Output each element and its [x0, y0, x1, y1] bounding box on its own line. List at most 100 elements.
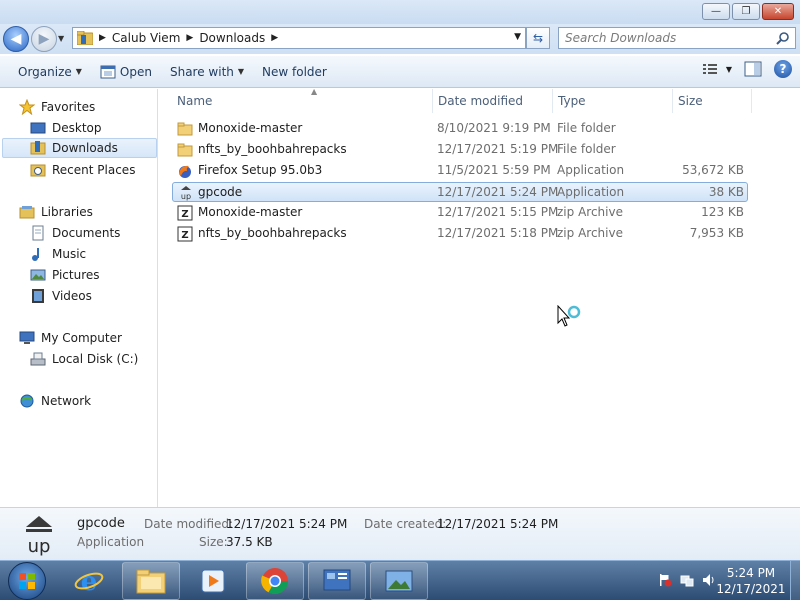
nav-libraries[interactable]: Libraries [19, 202, 93, 222]
file-row[interactable]: Monoxide-master 8/10/2021 9:19 PM File f… [172, 119, 748, 139]
nav-label: Recent Places [52, 163, 136, 177]
volume-icon[interactable] [702, 573, 716, 587]
file-type: Application [557, 163, 625, 177]
details-file-name: gpcode [77, 516, 125, 531]
open-label: Open [119, 64, 152, 79]
breadcrumb-separator[interactable]: ▶ [186, 33, 193, 43]
nav-pictures[interactable]: Pictures [30, 265, 100, 285]
taskbar-control-panel[interactable] [308, 562, 366, 600]
new-folder-label: New folder [262, 64, 327, 79]
maximize-button[interactable]: ❐ [732, 3, 760, 20]
file-name: Firefox Setup 95.0b3 [198, 163, 323, 177]
nav-downloads[interactable]: Downloads [2, 138, 157, 158]
toolbar-right: ▼ ? [702, 60, 792, 78]
search-icon[interactable] [776, 31, 790, 45]
taskbar-windows-explorer[interactable] [122, 562, 180, 600]
details-file-type: Application [77, 535, 145, 549]
search-box[interactable] [558, 27, 796, 49]
network-status-icon[interactable] [680, 573, 694, 587]
show-desktop-button[interactable] [790, 561, 800, 600]
file-row[interactable]: nfts_by_boohbahrepacks 12/17/2021 5:19 P… [172, 140, 748, 160]
nav-my-computer[interactable]: My Computer [19, 328, 122, 348]
svg-text:e: e [81, 567, 98, 596]
svg-text:Z: Z [181, 230, 188, 241]
share-with-button[interactable]: Share with ▼ [161, 60, 253, 84]
nav-label: Network [41, 394, 92, 408]
address-history-dropdown[interactable]: ▼ [514, 32, 521, 42]
computer-icon [19, 331, 35, 344]
breadcrumb-separator[interactable]: ▶ [271, 33, 278, 43]
details-date-modified-label: Date modified: [144, 517, 234, 531]
star-icon [19, 99, 35, 115]
column-header-size[interactable]: Size [674, 89, 752, 113]
recent-pages-dropdown[interactable]: ▼ [58, 34, 64, 43]
close-button[interactable]: ✕ [762, 3, 794, 20]
file-type: File folder [557, 121, 616, 135]
taskbar-chrome[interactable] [246, 562, 304, 600]
refresh-button[interactable]: ⇆ [526, 27, 550, 49]
taskbar-media-player[interactable] [184, 562, 242, 600]
file-row[interactable]: Firefox Setup 95.0b3 11/5/2021 5:59 PM A… [172, 161, 748, 181]
breadcrumb-user[interactable]: Calub Viem [112, 31, 180, 45]
column-header-type[interactable]: Type [554, 89, 673, 113]
window-app-icon [100, 65, 116, 78]
recent-places-icon [30, 164, 46, 177]
start-button[interactable] [8, 562, 46, 600]
nav-network[interactable]: Network [19, 391, 91, 411]
music-icon [32, 248, 39, 261]
action-center-flag-icon[interactable] [658, 573, 672, 587]
nav-favorites[interactable]: Favorites [19, 97, 95, 117]
new-folder-button[interactable]: New folder [253, 60, 336, 84]
folder-icon [136, 569, 166, 594]
nav-recent-places[interactable]: Recent Places [30, 160, 135, 180]
system-clock[interactable]: 5:24 PM 12/17/2021 [716, 565, 786, 597]
nav-label: Downloads [52, 141, 118, 155]
photo-viewer-icon [385, 570, 413, 592]
nav-label: Libraries [41, 205, 93, 219]
windows-logo-icon [19, 573, 35, 589]
svg-text:up: up [181, 192, 191, 201]
nav-documents[interactable]: Documents [30, 223, 120, 243]
nav-label: Music [52, 247, 87, 261]
command-bar: Organize ▼ Open Share with ▼ New folder … [0, 56, 800, 88]
internet-explorer-icon: e [74, 567, 104, 596]
file-row[interactable]: Z nfts_by_boohbahrepacks 12/17/2021 5:18… [172, 224, 748, 244]
change-view-button[interactable]: ▼ [702, 62, 732, 76]
file-date: 12/17/2021 5:18 PM [437, 226, 559, 240]
forward-button[interactable]: ▶ [31, 26, 57, 52]
media-player-icon [201, 569, 225, 593]
nav-label: Favorites [41, 100, 96, 114]
file-list: Name ▲ Date modified Type Size Monoxide-… [159, 87, 800, 507]
address-bar[interactable]: ▶ Calub Viem ▶ Downloads ▶ ▼ [72, 27, 526, 49]
file-type: File folder [557, 142, 616, 156]
nav-videos[interactable]: Videos [30, 286, 92, 306]
back-button[interactable]: ◀ [3, 26, 29, 52]
nav-music[interactable]: Music [30, 244, 86, 264]
preview-pane-icon[interactable] [744, 61, 762, 77]
help-icon[interactable]: ? [774, 60, 792, 78]
column-header-date-modified[interactable]: Date modified [434, 89, 553, 113]
file-row[interactable]: Z Monoxide-master 12/17/2021 5:15 PM zip… [172, 203, 748, 223]
upx-app-icon: up [181, 186, 191, 201]
folder-icon [177, 122, 193, 136]
organize-button[interactable]: Organize ▼ [9, 60, 91, 84]
file-size: 7,953 KB [689, 226, 744, 240]
column-header-name[interactable]: Name ▲ [173, 87, 433, 113]
taskbar: e 5:24 PM 12/17/2021 [0, 560, 800, 600]
taskbar-image-viewer[interactable] [370, 562, 428, 600]
open-button[interactable]: Open [91, 60, 161, 84]
nav-local-disk[interactable]: Local Disk (C:) [30, 349, 138, 369]
documents-icon [32, 225, 44, 241]
nav-desktop[interactable]: Desktop [30, 118, 102, 138]
file-row-selected[interactable]: up gpcode 12/17/2021 5:24 PM Application… [172, 182, 748, 202]
system-tray [658, 573, 716, 587]
details-date-created-label: Date created: [364, 517, 447, 531]
chevron-down-icon[interactable]: ▼ [726, 65, 732, 74]
pictures-icon [30, 269, 46, 281]
file-name: nfts_by_boohbahrepacks [198, 142, 347, 156]
taskbar-internet-explorer[interactable]: e [60, 562, 118, 600]
breadcrumb-downloads[interactable]: Downloads [199, 31, 265, 45]
minimize-button[interactable]: — [702, 3, 730, 20]
search-input[interactable] [559, 28, 759, 48]
desktop-icon [30, 122, 46, 134]
